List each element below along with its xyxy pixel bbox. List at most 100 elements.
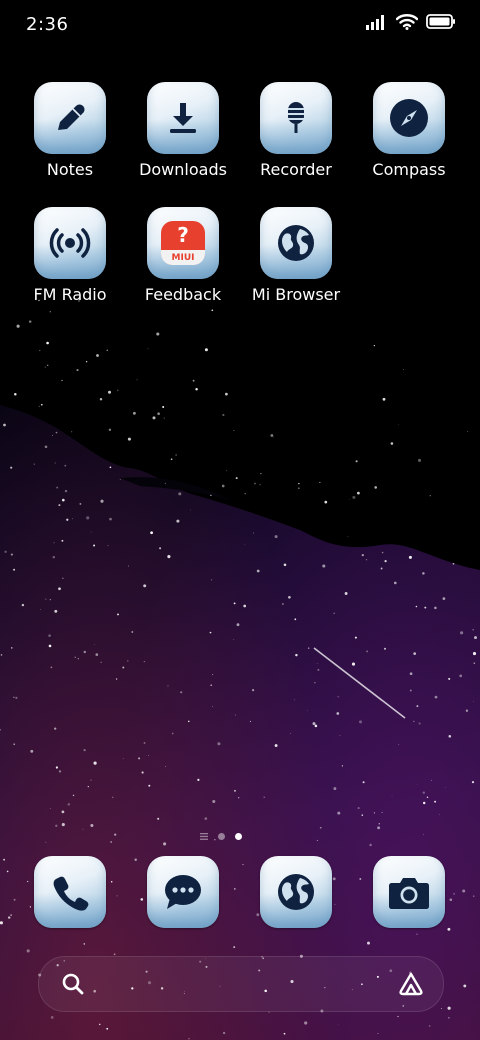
star (50, 666, 53, 669)
star (167, 555, 171, 559)
star (108, 428, 112, 431)
star (100, 661, 102, 663)
star (465, 709, 469, 712)
star (210, 684, 212, 686)
app-tile[interactable] (34, 207, 106, 279)
assistant-icon[interactable] (397, 971, 425, 997)
star (98, 1023, 101, 1026)
star (434, 606, 437, 610)
star (365, 559, 368, 561)
star (288, 596, 291, 599)
app-tile[interactable] (147, 82, 219, 154)
app-tile[interactable] (260, 82, 332, 154)
app-compass[interactable]: Compass (359, 82, 459, 179)
app-label: Mi Browser (251, 285, 341, 304)
star (61, 810, 65, 814)
page-indicator[interactable] (200, 830, 280, 842)
star (449, 898, 453, 902)
star (175, 454, 177, 456)
star (355, 460, 358, 463)
status-bar: 2:36 (0, 0, 480, 50)
star (164, 482, 167, 485)
star (354, 636, 357, 639)
star (58, 504, 61, 507)
star (415, 605, 418, 608)
star (409, 672, 413, 676)
star (316, 840, 318, 842)
dock-phone[interactable] (34, 856, 106, 928)
star (150, 531, 153, 535)
star (366, 650, 369, 653)
page-dot-active[interactable] (235, 832, 242, 840)
app-label: Recorder (260, 160, 332, 179)
star (49, 599, 51, 601)
star (336, 712, 340, 715)
app-tile[interactable] (260, 856, 332, 928)
star (13, 898, 16, 901)
app-tile[interactable] (373, 82, 445, 154)
star (90, 824, 94, 827)
app-feedback[interactable]: ? MIUI Feedback (133, 207, 233, 304)
star (222, 413, 225, 417)
star (148, 755, 150, 756)
star (471, 781, 475, 784)
app-tile[interactable] (260, 207, 332, 279)
app-fm-radio[interactable]: FM Radio (20, 207, 120, 304)
star (211, 579, 213, 581)
star (61, 379, 63, 382)
app-tile[interactable] (147, 856, 219, 928)
star (473, 662, 476, 664)
star (176, 519, 180, 523)
star (170, 458, 173, 461)
star (107, 544, 109, 547)
star (83, 943, 86, 945)
star (3, 858, 5, 861)
star (304, 1021, 308, 1025)
star (426, 796, 429, 799)
star (278, 928, 280, 930)
star (453, 893, 455, 895)
star (49, 311, 51, 313)
app-tile[interactable] (34, 856, 106, 928)
star (307, 647, 310, 649)
dock-camera[interactable] (373, 856, 445, 928)
app-downloads[interactable]: Downloads (133, 82, 233, 179)
star (106, 1027, 109, 1030)
star (212, 674, 214, 676)
star (259, 484, 261, 486)
star (334, 903, 336, 905)
dock-messages[interactable] (147, 856, 219, 928)
star (344, 592, 348, 595)
star (54, 727, 57, 730)
star (352, 495, 356, 499)
star (467, 431, 469, 432)
star (77, 658, 79, 660)
star (163, 842, 167, 846)
star (333, 612, 335, 614)
star (297, 487, 300, 490)
app-tile[interactable] (373, 856, 445, 928)
app-recorder[interactable]: Recorder (246, 82, 346, 179)
star (8, 916, 11, 919)
page-dot[interactable] (218, 832, 225, 840)
star (332, 877, 336, 881)
star (48, 634, 51, 637)
app-mi-browser[interactable]: Mi Browser (246, 207, 346, 304)
star (134, 858, 137, 862)
app-notes[interactable]: Notes (20, 82, 120, 179)
search-icon[interactable] (61, 972, 85, 996)
app-tile[interactable] (34, 82, 106, 154)
star (138, 757, 141, 760)
compass-icon (390, 99, 428, 137)
star (462, 889, 466, 893)
star (416, 783, 418, 785)
star (283, 563, 287, 567)
search-bar[interactable] (38, 956, 444, 1012)
dock-browser[interactable] (260, 856, 332, 928)
star (263, 796, 265, 798)
app-label: Downloads (139, 160, 227, 179)
star (95, 653, 99, 656)
star (64, 464, 67, 467)
microphone-icon (288, 102, 304, 133)
app-tile[interactable]: ? MIUI (147, 207, 219, 279)
